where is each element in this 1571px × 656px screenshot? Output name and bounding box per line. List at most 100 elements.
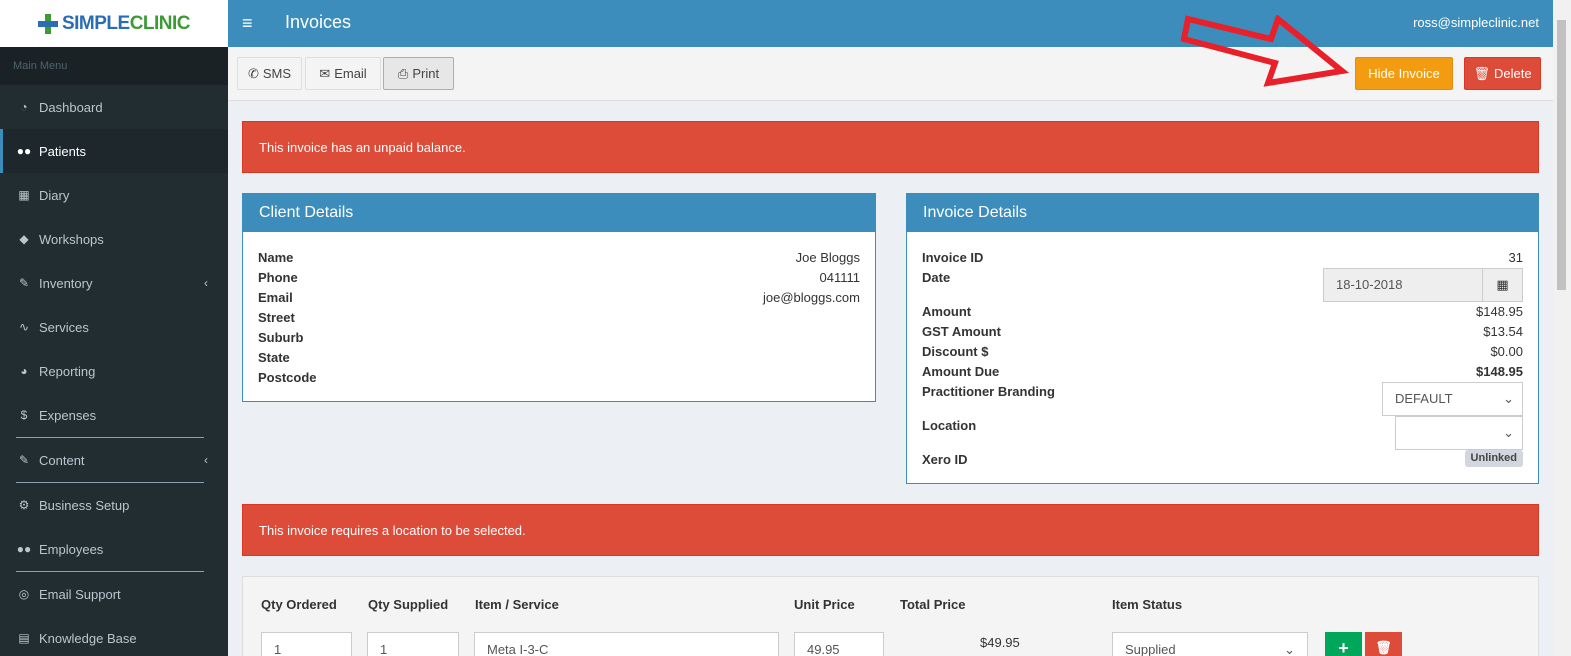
unit-price-input[interactable]: 49.95: [794, 632, 884, 656]
client-state-label: State: [258, 350, 290, 365]
dashboard-icon: ◔: [20, 100, 28, 114]
client-phone: 041111: [819, 270, 861, 285]
sidebar-item-label: Email Support: [39, 586, 121, 602]
edit-icon: ✎: [18, 276, 30, 290]
client-details-title: Client Details: [243, 194, 875, 232]
client-name-label: Name: [258, 250, 294, 265]
qty-ordered-input[interactable]: 1: [261, 632, 352, 656]
sidebar-item-content[interactable]: ✎ Content ‹: [0, 438, 228, 482]
col-item-service: Item / Service: [475, 597, 559, 612]
client-postcode-label: Postcode: [258, 370, 317, 385]
item-service-input[interactable]: Meta I-3-C: [474, 632, 779, 656]
logo[interactable]: SIMPLECLINIC: [0, 0, 228, 47]
chevron-down-icon: ⌄: [1284, 642, 1295, 656]
sidebar-item-email-support[interactable]: ◎ Email Support: [0, 572, 228, 616]
phone-icon: ✆: [247, 65, 259, 81]
sidebar-item-patients[interactable]: ●● Patients: [0, 129, 228, 173]
amount-due-label: Amount Due: [922, 364, 1000, 379]
stethoscope-icon: ∿: [18, 320, 30, 334]
col-item-status: Item Status: [1112, 597, 1183, 612]
client-email: joe@bloggs.com: [762, 290, 860, 305]
sidebar-item-label: Dashboard: [39, 99, 103, 115]
print-button[interactable]: ⎙ Print: [383, 57, 454, 90]
location-select[interactable]: ⌄: [1395, 416, 1523, 450]
sidebar-item-business-setup[interactable]: ⚙ Business Setup: [0, 483, 228, 527]
scrollbar-thumb[interactable]: [1557, 20, 1566, 290]
sidebar-item-label: Business Setup: [39, 497, 130, 513]
sidebar-item-dashboard[interactable]: ◔ Dashboard: [0, 85, 228, 129]
page-scrollbar[interactable]: [1553, 0, 1571, 656]
sidebar-item-employees[interactable]: ●● Employees: [0, 527, 228, 571]
invoice-id-label: Invoice ID: [922, 250, 984, 265]
col-total-price: Total Price: [900, 597, 966, 612]
client-name-link[interactable]: Joe Bloggs: [796, 248, 860, 268]
user-menu[interactable]: ross@simpleclinic.net: [1413, 15, 1539, 30]
sidebar-item-diary[interactable]: ▦ Diary: [0, 173, 228, 217]
email-button[interactable]: ✉ Email: [305, 57, 381, 90]
invoice-date-label: Date: [922, 270, 951, 285]
red-arrow-annotation: [1180, 15, 1350, 87]
invoice-details-box: Invoice Details Invoice ID 31 Date 18-10-…: [906, 193, 1539, 484]
amount-due-value: $148.95: [1476, 364, 1523, 379]
client-phone-label: Phone: [258, 270, 298, 285]
client-suburb-label: Suburb: [258, 330, 304, 345]
remove-item-button[interactable]: 🗑: [1365, 632, 1402, 656]
gst-amount-value: $13.54: [1483, 324, 1523, 339]
top-navbar: ≡ Invoices ross@simpleclinic.net: [228, 0, 1553, 47]
sidebar-item-inventory[interactable]: ✎ Inventory ‹: [0, 261, 228, 305]
practitioner-branding-select[interactable]: DEFAULT ⌄: [1382, 382, 1523, 416]
sidebar-item-knowledge-base[interactable]: ▤ Knowledge Base: [0, 616, 228, 656]
invoice-details-title: Invoice Details: [907, 194, 1538, 232]
sidebar-item-label: Workshops: [39, 231, 104, 247]
sidebar-item-workshops[interactable]: ◆ Workshops: [0, 217, 228, 261]
menu-header: Main Menu: [0, 47, 228, 85]
logo-text-clinic: CLINIC: [129, 12, 191, 34]
unpaid-balance-alert: This invoice has an unpaid balance.: [242, 121, 1539, 173]
chevron-down-icon: ⌄: [1503, 425, 1514, 440]
location-required-alert: This invoice requires a location to be s…: [242, 504, 1539, 556]
sidebar-item-label: Employees: [39, 541, 104, 557]
sidebar-item-label: Inventory: [39, 275, 93, 291]
calendar-icon[interactable]: ▦: [1482, 269, 1522, 301]
invoice-items-table: Qty Ordered Qty Supplied Item / Service …: [242, 576, 1539, 656]
client-details-box: Client Details Name Joe Bloggs Phone 04111…: [242, 193, 876, 402]
total-price-value: $49.95: [980, 635, 1020, 650]
client-email-label: Email: [258, 290, 293, 305]
sidebar-item-label: Services: [39, 319, 89, 335]
edit-icon: ✎: [18, 453, 30, 467]
lifebuoy-icon: ◎: [18, 587, 30, 601]
delete-button[interactable]: 🗑 Delete: [1464, 57, 1541, 90]
sidebar-item-label: Diary: [39, 187, 70, 203]
invoice-toolbar: ✆ SMS ✉ Email ⎙ Print Hide Invoice 🗑 Delete: [228, 47, 1553, 101]
invoice-date-input[interactable]: 18-10-2018 ▦: [1323, 268, 1523, 302]
col-qty-ordered: Qty Ordered: [261, 597, 337, 612]
plus-icon: +: [1338, 637, 1349, 656]
trash-icon: 🗑: [1375, 640, 1392, 655]
qty-supplied-input[interactable]: 1: [367, 632, 459, 656]
xero-status-badge: Unlinked: [1464, 450, 1523, 467]
sidebar-item-expenses[interactable]: $ Expenses: [0, 393, 228, 437]
sidebar-item-label: Knowledge Base: [39, 630, 137, 646]
envelope-icon: ✉: [319, 65, 331, 81]
clinic-cross-icon: [37, 13, 58, 34]
hide-invoice-button[interactable]: Hide Invoice: [1355, 57, 1453, 90]
item-status-select[interactable]: Supplied ⌄: [1112, 632, 1308, 656]
logo-text-simple: SIMPLE: [61, 12, 130, 34]
sidebar-item-label: Expenses: [39, 407, 97, 423]
hamburger-menu-icon[interactable]: ≡: [242, 13, 253, 34]
sidebar-item-reporting[interactable]: ◕ Reporting: [0, 349, 228, 393]
client-street-label: Street: [258, 310, 295, 325]
users-icon: ●●: [16, 542, 32, 556]
discount-label: Discount $: [922, 344, 989, 359]
sms-button[interactable]: ✆ SMS: [237, 57, 302, 90]
page-title: Invoices: [285, 12, 352, 32]
location-label: Location: [922, 418, 977, 433]
sidebar-item-label: Patients: [39, 143, 86, 159]
chevron-down-icon: ⌄: [1503, 391, 1514, 406]
add-item-button[interactable]: +: [1325, 632, 1362, 656]
calendar-icon: ▦: [18, 188, 30, 202]
gst-amount-label: GST Amount: [922, 324, 1001, 339]
chevron-left-icon: ‹: [204, 276, 208, 290]
amount-value: $148.95: [1476, 304, 1523, 319]
sidebar-item-services[interactable]: ∿ Services: [0, 305, 228, 349]
